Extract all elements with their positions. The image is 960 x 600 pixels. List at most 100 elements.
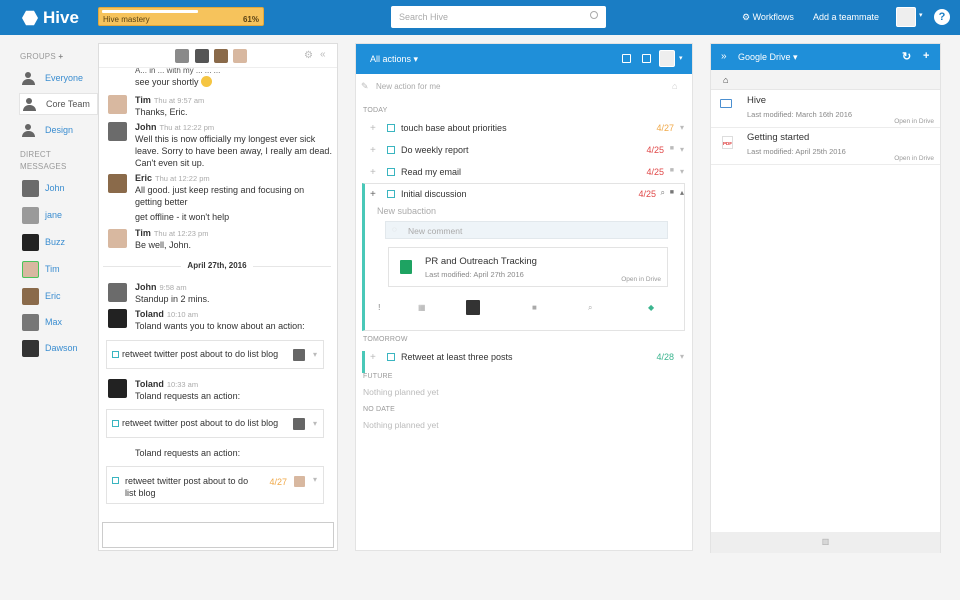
action-label[interactable]: Initial discussion: [401, 189, 467, 199]
sidebar-item-buzz[interactable]: Buzz: [19, 231, 98, 253]
lock-icon[interactable]: ■: [532, 303, 537, 312]
search-input[interactable]: Search Hive: [391, 6, 606, 28]
hive-logo[interactable]: Hive: [22, 8, 79, 28]
action-menu-chevron-icon[interactable]: ▾: [680, 167, 684, 176]
action-checkbox[interactable]: [387, 124, 395, 132]
hive-mastery-progress[interactable]: Hive mastery 61%: [98, 7, 264, 26]
action-row[interactable]: + Read my email 4/25 ■ ▾: [356, 161, 692, 183]
paperclip-icon[interactable]: ⌕: [588, 303, 592, 313]
action-row[interactable]: + Retweet at least three posts 4/28 ▾: [356, 346, 692, 368]
drag-handle-icon[interactable]: +: [370, 167, 376, 178]
message-author[interactable]: John: [135, 122, 157, 132]
action-label[interactable]: Read my email: [401, 167, 461, 177]
action-checkbox[interactable]: [387, 168, 395, 176]
sidebar-item-john[interactable]: John: [19, 177, 98, 199]
action-row-expanded[interactable]: + Initial discussion 4/25 ⌕ ■ ▴: [356, 183, 692, 205]
drive-file-row[interactable]: PDF Getting started Last modified: April…: [711, 128, 940, 165]
workflows-link[interactable]: ⚙ Workflows: [742, 12, 794, 23]
open-in-drive-link[interactable]: Open in Drive: [621, 276, 661, 283]
action-due-date[interactable]: 4/25: [646, 167, 664, 177]
member-avatar[interactable]: [214, 49, 228, 63]
file-name[interactable]: Getting started: [747, 132, 809, 143]
drag-handle-icon[interactable]: +: [370, 123, 376, 134]
user-menu-chevron-icon[interactable]: ▾: [919, 11, 923, 19]
member-avatar[interactable]: [175, 49, 189, 63]
message-author[interactable]: Eric: [135, 173, 152, 183]
add-group-icon[interactable]: +: [58, 52, 63, 61]
add-teammate-link[interactable]: Add a teammate: [813, 12, 879, 22]
sidebar-item-eric[interactable]: Eric: [19, 285, 98, 307]
assignee-filter-avatar[interactable]: [659, 50, 675, 67]
action-card[interactable]: retweet twitter post about to do list bl…: [106, 409, 324, 438]
action-checkbox[interactable]: [112, 420, 119, 427]
drive-file-row[interactable]: Hive Last modified: March 16th 2016 Open…: [711, 91, 940, 128]
help-icon[interactable]: ?: [934, 9, 950, 25]
member-avatar[interactable]: [195, 49, 209, 63]
action-due-date[interactable]: 4/28: [656, 352, 674, 362]
sidebar-item-tim[interactable]: Tim: [19, 258, 98, 280]
chat-message-input[interactable]: [102, 522, 334, 548]
action-checkbox[interactable]: [387, 146, 395, 154]
refresh-icon[interactable]: ↻: [902, 50, 911, 63]
attachment-card[interactable]: PR and Outreach Tracking Last modified: …: [388, 247, 668, 287]
action-due-date[interactable]: 4/25: [638, 189, 656, 199]
action-due-date[interactable]: 4/27: [656, 123, 674, 133]
calendar-icon[interactable]: ▦: [418, 303, 426, 312]
new-action-input[interactable]: New action for me: [376, 82, 440, 91]
action-due-date[interactable]: 4/25: [646, 145, 664, 155]
sidebar-item-everyone[interactable]: Everyone: [19, 67, 98, 89]
action-label[interactable]: Retweet at least three posts: [401, 352, 513, 362]
action-checkbox[interactable]: [387, 353, 395, 361]
drive-source-dropdown[interactable]: Google Drive ▾: [738, 52, 798, 63]
drag-handle-icon[interactable]: +: [370, 189, 376, 200]
open-in-drive-link[interactable]: Open in Drive: [894, 118, 934, 125]
message-author[interactable]: Toland: [135, 379, 164, 389]
action-row[interactable]: + touch base about priorities 4/27 ▾: [356, 117, 692, 139]
action-checkbox[interactable]: [112, 351, 119, 358]
sidebar-item-max[interactable]: Max: [19, 311, 98, 333]
trash-icon[interactable]: ▥: [822, 537, 830, 546]
action-menu-chevron-icon[interactable]: ▾: [313, 474, 317, 486]
chat-settings-gear-icon[interactable]: ⚙: [304, 50, 313, 61]
action-label[interactable]: Do weekly report: [401, 145, 469, 155]
action-menu-chevron-icon[interactable]: ▾: [680, 145, 684, 154]
user-avatar[interactable]: [896, 7, 916, 27]
message-author[interactable]: Toland: [135, 309, 164, 319]
collapse-chat-icon[interactable]: «: [320, 49, 326, 60]
add-file-icon[interactable]: +: [923, 50, 929, 62]
action-menu-chevron-icon[interactable]: ▾: [313, 410, 317, 437]
action-due-date[interactable]: 4/27: [269, 476, 287, 488]
home-icon[interactable]: ⌂: [723, 75, 728, 85]
sidebar-item-dawson[interactable]: Dawson: [19, 337, 98, 359]
action-card[interactable]: retweet twitter post about to do list bl…: [106, 340, 324, 369]
action-row[interactable]: + Do weekly report 4/25 ■ ▾: [356, 139, 692, 161]
assignee-avatar[interactable]: [466, 300, 480, 315]
actions-filter-dropdown[interactable]: All actions ▾: [370, 54, 418, 65]
new-comment-input[interactable]: New comment: [385, 221, 668, 239]
sidebar-item-core-team[interactable]: Core Team: [19, 93, 98, 115]
action-label[interactable]: touch base about priorities: [401, 123, 507, 133]
drag-handle-icon[interactable]: +: [370, 145, 376, 156]
action-checkbox[interactable]: [387, 190, 395, 198]
action-menu-chevron-icon[interactable]: ▾: [680, 123, 684, 132]
tag-icon[interactable]: ◆: [648, 303, 654, 312]
message-author[interactable]: Tim: [135, 228, 151, 238]
message-author[interactable]: John: [135, 282, 157, 292]
action-menu-chevron-icon[interactable]: ▾: [313, 341, 317, 368]
checklist-icon[interactable]: [642, 54, 651, 63]
basket-icon[interactable]: ⌂: [672, 81, 677, 91]
expand-panel-icon[interactable]: »: [721, 51, 727, 62]
collapse-chevron-icon[interactable]: ▴: [680, 188, 684, 197]
sidebar-item-design[interactable]: Design: [19, 119, 98, 141]
sidebar-item-jane[interactable]: jane: [19, 204, 98, 226]
member-avatar[interactable]: [233, 49, 247, 63]
file-name[interactable]: Hive: [747, 95, 766, 106]
attachment-name[interactable]: PR and Outreach Tracking: [425, 256, 537, 267]
message-author[interactable]: Tim: [135, 95, 151, 105]
calendar-icon[interactable]: [622, 54, 631, 63]
assignee-chevron-icon[interactable]: ▾: [679, 54, 683, 62]
action-card[interactable]: retweet twitter post about to do list bl…: [106, 466, 324, 504]
drag-handle-icon[interactable]: +: [370, 352, 376, 363]
open-in-drive-link[interactable]: Open in Drive: [894, 155, 934, 162]
action-menu-chevron-icon[interactable]: ▾: [680, 352, 684, 361]
